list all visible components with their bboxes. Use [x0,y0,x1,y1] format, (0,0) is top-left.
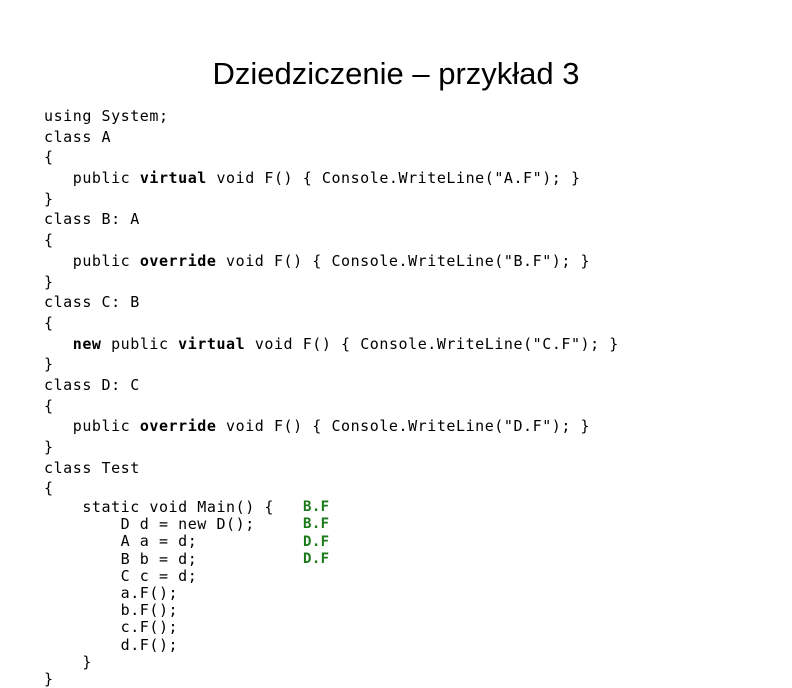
code-line: { [44,313,788,334]
code-listing: using System; class A { public virtual voi… [44,106,788,688]
code-text: } [44,189,54,208]
code-text: a.F(); [44,584,179,602]
code-line: D d = new D(); [44,516,788,533]
code-text: c.F(); [44,618,179,637]
code-line: public virtual void F() { Console.WriteL… [44,168,788,189]
code-line: } [44,189,788,210]
code-keyword: virtual [139,169,207,188]
console-output-line: D.F [303,550,330,567]
code-text: void F() { Console.WriteLine("B.F"); } [216,251,591,270]
code-line: A a = d; [44,533,788,550]
code-line: { [44,147,788,168]
code-line: static void Main() { [44,498,788,517]
code-text: public [44,251,140,270]
code-keyword: new [72,334,102,353]
code-text: void F() { Console.WriteLine("D.F"); } [216,417,591,436]
code-text: { [44,231,54,250]
code-text: class Test [44,458,140,477]
code-line: C c = d; [44,566,788,585]
code-text: } [44,355,54,374]
code-line: public override void F() { Console.Write… [44,416,788,437]
code-text: class C: B [44,293,140,312]
code-text: public [44,169,140,188]
code-text: C c = d; [44,566,198,585]
code-line: class Test [44,458,788,479]
console-output-line: D.F [303,533,330,550]
code-text: public [101,334,179,353]
code-line: } [44,652,788,671]
code-text: static void Main() { [44,498,274,517]
code-text: using System; [44,107,169,125]
code-text: } [44,272,54,291]
code-line: using System; [44,106,788,127]
code-line: public override void F() { Console.Write… [44,251,788,272]
code-text: void F() { Console.WriteLine("C.F"); } [245,334,619,353]
code-text: } [44,438,54,456]
code-text: A a = d; [44,532,198,551]
code-text: class B: A [44,210,140,229]
code-line: { [44,396,788,417]
code-text: public [44,417,140,436]
code-text: d.F(); [44,635,179,654]
code-line: } [44,669,788,688]
console-output-line: B.F [303,499,330,515]
code-line: } [44,354,788,375]
code-line: class C: B [44,292,788,313]
code-text: B b = d; [44,549,198,568]
code-line: } [44,272,788,293]
page-title: Dziedziczenie – przykład 3 [212,56,580,91]
code-line: } [44,437,788,458]
code-text: { [44,313,54,332]
code-line: class A [44,127,788,148]
code-text: { [44,396,54,415]
code-text: } [44,652,92,671]
code-line: { [44,478,788,499]
code-text: class A [44,127,112,146]
code-text: { [44,479,54,498]
code-text: } [44,669,54,688]
code-keyword: override [139,417,217,436]
code-line: B b = d; [44,549,788,568]
code-line: class B: A [44,209,788,230]
code-keyword: virtual [178,334,246,353]
code-line: class D: C [44,375,788,396]
code-line: new public virtual void F() { Console.Wr… [44,334,788,355]
code-line: d.F(); [44,635,788,654]
console-output-line: B.F [303,516,330,533]
code-line: { [44,230,788,251]
code-keyword: override [139,251,217,270]
code-line: b.F(); [44,602,788,619]
code-text: D d = new D(); [44,515,255,534]
code-text: class D: C [44,375,140,394]
slide-canvas: Dziedziczenie – przykład 3 using System;… [0,0,792,688]
code-text: { [44,148,54,167]
code-line: a.F(); [44,584,788,602]
code-text: b.F(); [44,601,179,620]
code-line: c.F(); [44,619,788,636]
code-text: void F() { Console.WriteLine("A.F"); } [206,169,581,188]
console-output-column: B.F B.F D.F D.F [303,499,330,568]
